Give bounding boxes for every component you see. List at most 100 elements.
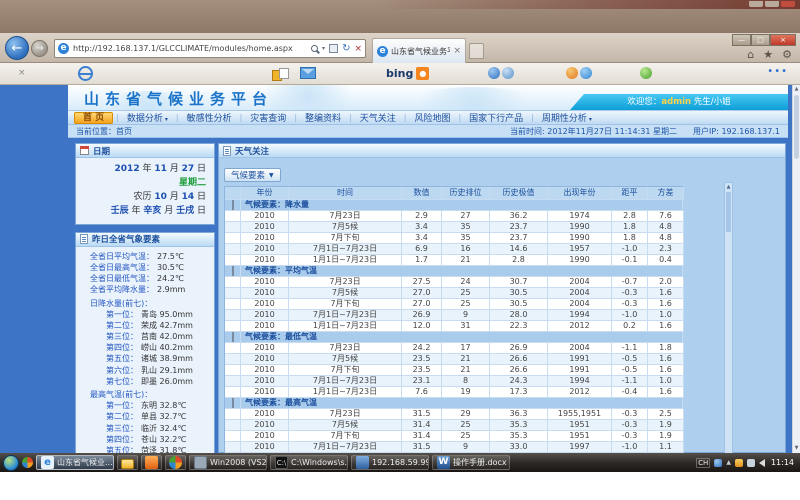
forward-button[interactable]: → bbox=[31, 40, 48, 57]
settings-gear-icon[interactable]: ⚙ bbox=[782, 48, 792, 61]
taskbar-button-word[interactable]: W操作手册.docx ... bbox=[432, 455, 510, 470]
group-checkbox-cell[interactable] bbox=[225, 398, 241, 409]
toolbar-close-icon[interactable]: × bbox=[18, 68, 26, 78]
cell: 21 bbox=[442, 365, 490, 376]
page-scroll-down-icon[interactable]: ▼ bbox=[793, 444, 800, 453]
table-row[interactable]: 20107月下旬3.43523.719901.84.8 bbox=[225, 233, 683, 244]
back-button[interactable]: ← bbox=[5, 36, 29, 60]
refresh-icon[interactable]: ↻ bbox=[342, 43, 350, 54]
table-row[interactable]: 20107月下旬31.42535.31951-0.31.9 bbox=[225, 431, 683, 442]
clock[interactable]: 11:14 bbox=[771, 458, 794, 467]
climate-element-dropdown[interactable]: 气候要素 ▼ bbox=[224, 168, 281, 182]
plugin-icon[interactable] bbox=[640, 67, 652, 79]
messenger-icon[interactable] bbox=[488, 67, 500, 79]
url-text[interactable]: http://192.168.137.1/GLCCLIMATE/modules/… bbox=[73, 44, 311, 53]
bing-search-widget[interactable]: bing ● bbox=[386, 67, 429, 80]
cloud-app-icon[interactable] bbox=[580, 67, 592, 79]
table-row[interactable]: 20107月5候27.02530.52004-0.31.6 bbox=[225, 288, 683, 299]
checkbox[interactable] bbox=[232, 266, 234, 276]
taskbar-button-app[interactable] bbox=[141, 455, 162, 470]
table-row[interactable]: 20101月1日~7月23日12.03122.320120.21.6 bbox=[225, 321, 683, 332]
table-row[interactable]: 20107月1日~7月23日23.1824.31994-1.11.0 bbox=[225, 376, 683, 387]
stop-icon[interactable]: × bbox=[354, 44, 362, 54]
nav-item-2[interactable]: 敏感性分析 bbox=[179, 111, 240, 124]
action-center-flag-icon[interactable] bbox=[735, 459, 743, 467]
table-scrollbar[interactable]: ▲ ▼ bbox=[724, 182, 733, 453]
table-row[interactable]: 20107月23日24.21726.92004-1.11.8 bbox=[225, 343, 683, 354]
network-icon[interactable] bbox=[747, 459, 755, 467]
cell: -0.3 bbox=[612, 299, 648, 310]
browser-tab[interactable]: e 山东省气候业务平... × bbox=[372, 38, 466, 63]
nav-item-5[interactable]: 天气关注 bbox=[352, 111, 404, 124]
nav-item-7[interactable]: 国家下行产品 bbox=[461, 111, 531, 124]
checkbox[interactable] bbox=[232, 332, 234, 342]
compatibility-view-icon[interactable] bbox=[329, 44, 338, 53]
taskbar-button-cmd[interactable]: C:\C:\Windows\s... bbox=[270, 455, 348, 470]
nav-item-1[interactable]: 数据分析▾ bbox=[119, 111, 176, 124]
table-row[interactable]: 20107月1日~7月23日6.91614.61957-1.02.3 bbox=[225, 244, 683, 255]
home-icon[interactable]: ⌂ bbox=[747, 48, 754, 61]
nav-item-4[interactable]: 整编资料 bbox=[297, 111, 349, 124]
table-row[interactable]: 20107月5候23.52126.61991-0.51.6 bbox=[225, 354, 683, 365]
mail-icon[interactable] bbox=[300, 67, 316, 79]
new-tab-button[interactable] bbox=[469, 43, 484, 59]
nav-item-6[interactable]: 风险地图 bbox=[406, 111, 458, 124]
language-indicator[interactable]: CH bbox=[696, 458, 710, 468]
start-button[interactable] bbox=[3, 455, 19, 471]
table-row[interactable]: 20107月下旬23.52126.61991-0.51.6 bbox=[225, 365, 683, 376]
table-row[interactable]: 20101月1日~7月23日7.61917.32012-0.41.6 bbox=[225, 387, 683, 398]
table-row[interactable]: 20107月5候3.43523.719901.84.8 bbox=[225, 222, 683, 233]
maximize-button[interactable]: □ bbox=[751, 34, 770, 46]
welcome-suffix: 先生/小姐 bbox=[691, 97, 731, 107]
scroll-up-icon[interactable]: ▲ bbox=[725, 183, 732, 191]
close-button[interactable]: × bbox=[770, 34, 796, 46]
checkbox[interactable] bbox=[232, 200, 234, 210]
pinned-app-icon[interactable] bbox=[22, 457, 33, 468]
plugin-icons[interactable] bbox=[640, 67, 652, 79]
nav-item-3[interactable]: 灾害查询 bbox=[242, 111, 294, 124]
table-row[interactable]: 20107月1日~7月23日31.5933.01997-1.01.1 bbox=[225, 442, 683, 453]
scrollbar-thumb[interactable] bbox=[726, 192, 731, 232]
search-caret-icon[interactable]: ▾ bbox=[322, 45, 325, 52]
table-row[interactable]: 20107月5候31.42535.31951-0.31.9 bbox=[225, 420, 683, 431]
cards-icon[interactable] bbox=[272, 68, 294, 81]
weather-bird-icons[interactable] bbox=[566, 67, 592, 79]
page-scrollbar-thumb[interactable] bbox=[794, 95, 799, 159]
favorites-star-icon[interactable]: ★ bbox=[763, 48, 773, 61]
taskbar-button-media[interactable] bbox=[165, 455, 186, 470]
toolbar-overflow-icon[interactable]: ••• bbox=[767, 66, 788, 77]
table-row[interactable]: 20107月23日27.52430.72004-0.72.0 bbox=[225, 277, 683, 288]
nav-item-8[interactable]: 周期性分析▾ bbox=[534, 111, 600, 124]
nav-item-0[interactable]: 首 页 bbox=[74, 112, 113, 124]
table-row[interactable]: 20107月1日~7月23日26.9928.01994-1.01.0 bbox=[225, 310, 683, 321]
taskbar-button-rdp[interactable]: 192.168.59.99... bbox=[351, 455, 429, 470]
page-scrollbar[interactable]: ▲ ▼ bbox=[792, 85, 800, 453]
cell: 1997 bbox=[548, 442, 612, 453]
search-icon[interactable] bbox=[311, 45, 318, 52]
table-row[interactable]: 20107月下旬27.02530.52004-0.31.6 bbox=[225, 299, 683, 310]
minimize-button[interactable]: — bbox=[732, 34, 751, 46]
messenger-icons[interactable] bbox=[488, 67, 514, 79]
taskbar-button-ie[interactable]: e山东省气候业... bbox=[36, 455, 114, 470]
tray-expand-icon[interactable]: ▲ bbox=[726, 459, 731, 466]
table-row[interactable]: 20101月1日~7月23日1.7212.81990-0.10.4 bbox=[225, 255, 683, 266]
group-checkbox-cell[interactable] bbox=[225, 332, 241, 343]
page-scroll-up-icon[interactable]: ▲ bbox=[793, 85, 800, 94]
taskbar-button-win[interactable]: Win2008 (VS2... bbox=[189, 455, 267, 470]
tab-close-icon[interactable]: × bbox=[453, 46, 461, 56]
rank-value: 荣成 42.7mm bbox=[141, 320, 193, 331]
address-bar[interactable]: e http://192.168.137.1/GLCCLIMATE/module… bbox=[54, 39, 366, 58]
bird-icon[interactable] bbox=[566, 67, 578, 79]
group-checkbox-cell[interactable] bbox=[225, 266, 241, 277]
group-checkbox-cell[interactable] bbox=[225, 200, 241, 211]
blocker-icon[interactable] bbox=[78, 66, 93, 81]
taskbar-button-folder[interactable] bbox=[117, 455, 138, 470]
table-row[interactable]: 20107月23日31.52936.31955,1951-0.32.5 bbox=[225, 409, 683, 420]
tray-app-icon[interactable] bbox=[714, 459, 722, 467]
volume-icon[interactable] bbox=[759, 459, 765, 467]
checkbox[interactable] bbox=[232, 398, 234, 408]
table-row[interactable]: 20107月23日2.92736.219742.87.6 bbox=[225, 211, 683, 222]
contacts-icon[interactable] bbox=[502, 67, 514, 79]
cell: 19 bbox=[442, 387, 490, 398]
stat-label: 全省平均降水量： bbox=[76, 284, 154, 295]
